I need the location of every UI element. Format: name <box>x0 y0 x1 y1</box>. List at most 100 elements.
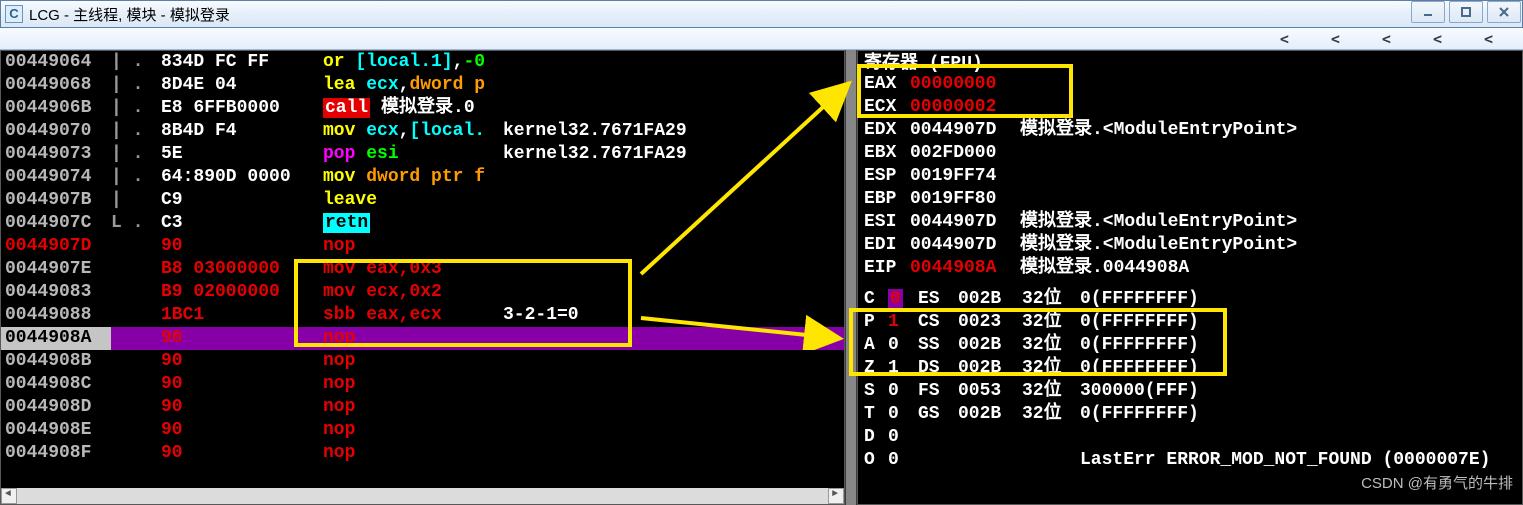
disasm-row[interactable]: 0044908B90nop <box>1 350 844 373</box>
address-cell: 00449068 <box>1 74 111 97</box>
scroll-right-button[interactable] <box>828 488 844 504</box>
disasm-cell: pop esi <box>323 143 503 166</box>
segment-name: DS <box>918 357 958 380</box>
disasm-row[interactable]: 0044907CL .C3retn <box>1 212 844 235</box>
register-row[interactable]: ECX00000002 <box>858 96 1522 119</box>
disasm-row[interactable]: 0044908F90nop <box>1 442 844 465</box>
disasm-row[interactable]: 00449083B9 02000000mov ecx,0x2 <box>1 281 844 304</box>
register-row[interactable]: EIP0044908A模拟登录.0044908A <box>858 257 1522 280</box>
segment-name: CS <box>918 311 958 334</box>
comment-cell: kernel32.7671FA29 <box>503 120 844 143</box>
flag-name: C <box>864 288 888 311</box>
maximize-button[interactable] <box>1449 1 1483 23</box>
comment-cell <box>503 350 844 373</box>
disasm-row[interactable]: 00449064| .834D FC FFor [local.1],-0 <box>1 51 844 74</box>
flag-row[interactable]: O0LastErr ERROR_MOD_NOT_FOUND (0000007E) <box>858 449 1522 472</box>
bytes-cell: C3 <box>161 212 323 235</box>
flow-cell <box>111 396 161 419</box>
flow-cell <box>111 235 161 258</box>
menu-chevron[interactable]: < <box>1331 30 1340 48</box>
disasm-row[interactable]: 004490881BC1sbb eax,ecx3-2-1=0 <box>1 304 844 327</box>
flag-row[interactable]: S0FS005332位300000(FFF) <box>858 380 1522 403</box>
comment-cell <box>503 327 844 350</box>
segment-range: 0(FFFFFFFF) <box>1080 334 1522 357</box>
disasm-row[interactable]: 0044907EB8 03000000mov eax,0x3 <box>1 258 844 281</box>
address-cell: 0044907C <box>1 212 111 235</box>
segment-range: LastErr ERROR_MOD_NOT_FOUND (0000007E) <box>1080 449 1522 472</box>
close-button[interactable] <box>1487 1 1521 23</box>
disasm-row[interactable]: 0044907B| C9leave <box>1 189 844 212</box>
comment-cell <box>503 258 844 281</box>
flow-cell: | . <box>111 74 161 97</box>
flag-row[interactable]: P1CS002332位0(FFFFFFFF) <box>858 311 1522 334</box>
bytes-cell: 90 <box>161 235 323 258</box>
titlebar: C LCG - 主线程, 模块 - 模拟登录 <box>0 0 1523 28</box>
segment-range: 0(FFFFFFFF) <box>1080 311 1522 334</box>
register-row[interactable]: EDI0044907D模拟登录.<ModuleEntryPoint> <box>858 234 1522 257</box>
disassembly-panel[interactable]: 00449064| .834D FC FFor [local.1],-00044… <box>0 50 845 505</box>
register-value: 0019FF74 <box>910 165 1020 188</box>
panel-splitter[interactable] <box>845 50 857 505</box>
flag-row[interactable]: Z1DS002B32位0(FFFFFFFF) <box>858 357 1522 380</box>
disasm-row[interactable]: 00449073| .5Epop esikernel32.7671FA29 <box>1 143 844 166</box>
disasm-row[interactable]: 0044908A90nop <box>1 327 844 350</box>
flag-row[interactable]: A0SS002B32位0(FFFFFFFF) <box>858 334 1522 357</box>
segment-bits: 32位 <box>1022 357 1080 380</box>
register-value: 0019FF80 <box>910 188 1020 211</box>
flag-name: T <box>864 403 888 426</box>
register-row[interactable]: EBX002FD000 <box>858 142 1522 165</box>
register-value: 00000000 <box>910 73 1020 96</box>
segment-value <box>958 449 1022 472</box>
register-name: EAX <box>864 73 910 96</box>
disasm-row[interactable]: 0044908C90nop <box>1 373 844 396</box>
comment-cell <box>503 281 844 304</box>
flag-value: 0 <box>888 403 918 426</box>
segment-name: GS <box>918 403 958 426</box>
comment-cell <box>503 212 844 235</box>
menu-chevron[interactable]: < <box>1280 30 1289 48</box>
disasm-row[interactable]: 0044906B| .E8 6FFB0000call 模拟登录.0 <box>1 97 844 120</box>
flag-value: 0 <box>888 334 918 357</box>
register-extra: 模拟登录.<ModuleEntryPoint> <box>1020 119 1297 142</box>
register-row[interactable]: EBP0019FF80 <box>858 188 1522 211</box>
scroll-left-button[interactable] <box>1 488 17 504</box>
disasm-row[interactable]: 00449070| .8B4D F4mov ecx,[local.kernel3… <box>1 120 844 143</box>
register-row[interactable]: EDX0044907D模拟登录.<ModuleEntryPoint> <box>858 119 1522 142</box>
register-row[interactable]: ESI0044907D模拟登录.<ModuleEntryPoint> <box>858 211 1522 234</box>
flow-cell <box>111 350 161 373</box>
flag-row[interactable]: T0GS002B32位0(FFFFFFFF) <box>858 403 1522 426</box>
disasm-row[interactable]: 0044908D90nop <box>1 396 844 419</box>
bytes-cell: B9 02000000 <box>161 281 323 304</box>
disasm-row[interactable]: 0044908E90nop <box>1 419 844 442</box>
menu-chevron[interactable]: < <box>1484 30 1493 48</box>
disasm-cell: nop <box>323 327 503 350</box>
flow-cell: | . <box>111 51 161 74</box>
bytes-cell: 90 <box>161 442 323 465</box>
disasm-row[interactable]: 00449068| .8D4E 04lea ecx,dword p <box>1 74 844 97</box>
segment-range: 0(FFFFFFFF) <box>1080 403 1522 426</box>
register-row[interactable]: EAX00000000 <box>858 73 1522 96</box>
register-value: 0044908A <box>910 257 1020 280</box>
menu-chevron[interactable]: < <box>1382 30 1391 48</box>
horizontal-scrollbar[interactable] <box>1 488 844 504</box>
menu-chevron[interactable]: < <box>1433 30 1442 48</box>
register-name: EBX <box>864 142 910 165</box>
bytes-cell: 64:890D 0000 <box>161 166 323 189</box>
registers-panel[interactable]: 寄存器 (FPU) EAX00000000ECX00000002EDX00449… <box>857 50 1523 505</box>
disasm-row[interactable]: 0044907D90nop <box>1 235 844 258</box>
flag-name: S <box>864 380 888 403</box>
disasm-cell: nop <box>323 235 503 258</box>
segment-bits <box>1022 449 1080 472</box>
flag-row[interactable]: D0 <box>858 426 1522 449</box>
register-name: EDX <box>864 119 910 142</box>
address-cell: 00449074 <box>1 166 111 189</box>
disasm-row[interactable]: 00449074| .64:890D 0000mov dword ptr f <box>1 166 844 189</box>
segment-bits: 32位 <box>1022 288 1080 311</box>
disasm-cell: mov ecx,[local. <box>323 120 503 143</box>
register-value: 0044907D <box>910 119 1020 142</box>
register-row[interactable]: ESP0019FF74 <box>858 165 1522 188</box>
minimize-button[interactable] <box>1411 1 1445 23</box>
register-name: EIP <box>864 257 910 280</box>
flag-row[interactable]: C0ES002B32位0(FFFFFFFF) <box>858 288 1522 311</box>
disasm-cell: lea ecx,dword p <box>323 74 503 97</box>
